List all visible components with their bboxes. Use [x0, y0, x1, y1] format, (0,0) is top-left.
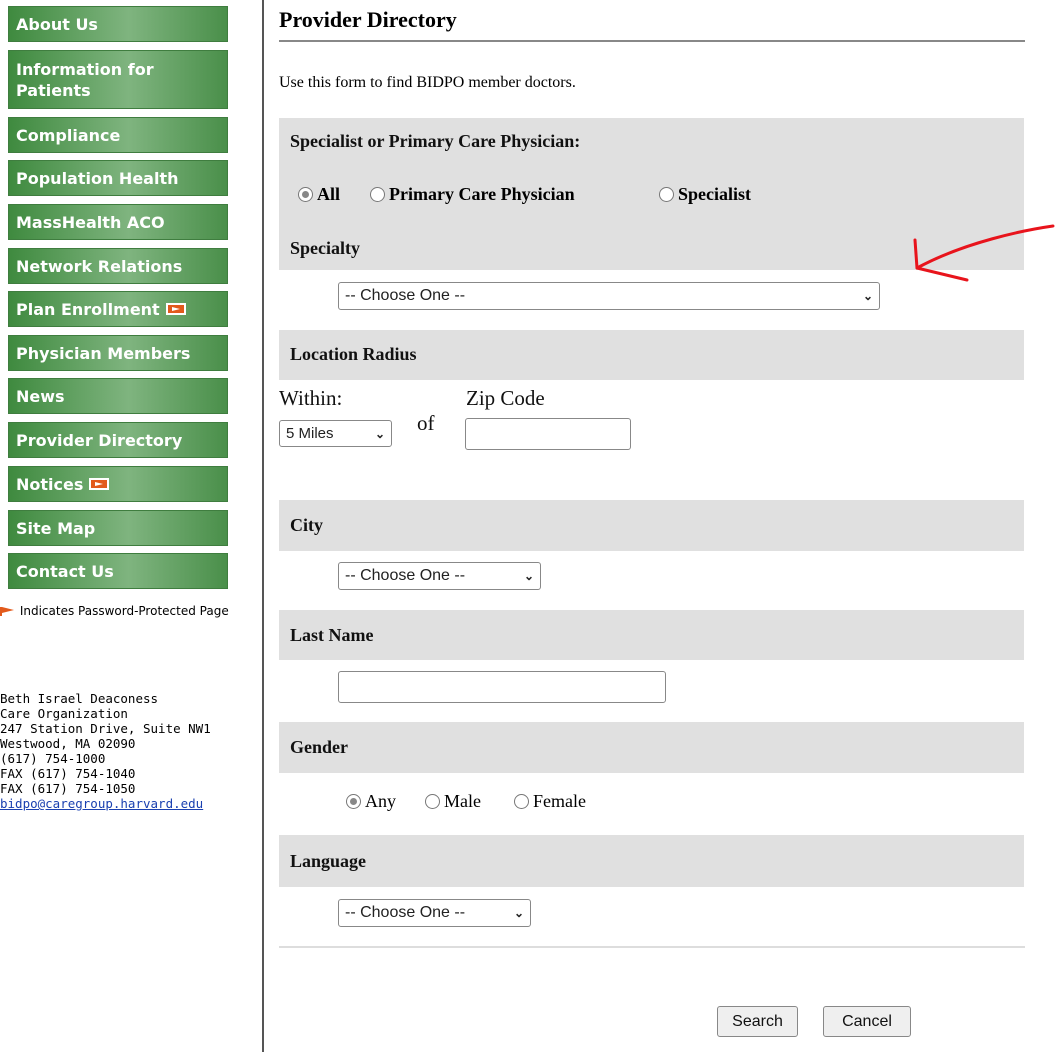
language-select[interactable]: -- Choose One -- ⌄	[338, 899, 531, 927]
radio-label: Specialist	[678, 184, 752, 204]
cancel-button[interactable]: Cancel	[823, 1006, 911, 1037]
radio-button[interactable]	[425, 794, 440, 809]
radio-label: Female	[533, 791, 586, 811]
radio-button[interactable]	[346, 794, 361, 809]
sidebar-item-population-health[interactable]: Population Health	[8, 160, 228, 196]
specialty-heading: Specialty	[290, 238, 360, 258]
radio-all[interactable]: All	[298, 184, 340, 205]
address-line: Beth Israel Deaconess	[0, 691, 159, 706]
city-select[interactable]: -- Choose One -- ⌄	[338, 562, 541, 590]
contact-address: Beth Israel Deaconess Care Organization …	[0, 691, 262, 811]
sidebar-item-news[interactable]: News	[8, 378, 228, 414]
column-divider	[262, 0, 264, 1052]
address-line: 247 Station Drive, Suite NW1	[0, 721, 211, 736]
radio-label: Primary Care Physician	[389, 184, 575, 204]
sidebar-item-label: Contact Us	[16, 561, 114, 581]
radio-gender-female[interactable]: Female	[514, 791, 586, 812]
sidebar-item-site-map[interactable]: Site Map	[8, 510, 228, 546]
fax-number: FAX (617) 754-1040	[0, 766, 136, 781]
sidebar-item-label: MassHealth ACO	[16, 212, 165, 232]
sidebar-item-plan-enrollment[interactable]: Plan Enrollment	[8, 291, 228, 327]
fax-number: FAX (617) 754-1050	[0, 781, 136, 796]
address-line: Care Organization	[0, 706, 128, 721]
zip-code-input[interactable]	[465, 418, 631, 450]
radio-primary-care-physician[interactable]: Primary Care Physician	[370, 184, 575, 205]
radio-gender-any[interactable]: Any	[346, 791, 396, 812]
radio-label: Any	[365, 791, 396, 811]
radio-label: All	[317, 184, 341, 204]
gender-section	[279, 722, 1024, 773]
title-rule	[279, 40, 1025, 42]
last-name-input[interactable]	[338, 671, 666, 703]
zip-code-label: Zip Code	[466, 386, 545, 410]
language-heading: Language	[290, 851, 367, 871]
chevron-down-icon: ⌄	[374, 426, 385, 441]
sidebar-item-provider-directory[interactable]: Provider Directory	[8, 422, 228, 458]
sidebar-item-notices[interactable]: Notices	[8, 466, 228, 502]
radio-gender-male[interactable]: Male	[425, 791, 481, 812]
sidebar-item-physician-members[interactable]: Physician Members	[8, 335, 228, 371]
radio-button[interactable]	[370, 187, 385, 202]
sidebar-item-about-us[interactable]: About Us	[8, 6, 228, 42]
sidebar-item-information-for-patients[interactable]: Information for Patients	[8, 50, 228, 109]
legend-text: Indicates Password-Protected Page	[19, 604, 229, 618]
address-line: Westwood, MA 02090	[0, 736, 136, 751]
form-divider	[279, 946, 1025, 948]
of-label: of	[417, 411, 435, 435]
last-name-heading: Last Name	[290, 625, 374, 645]
language-section	[279, 835, 1024, 887]
password-legend: Indicates Password-Protected Page	[0, 603, 260, 620]
sidebar-item-label: Site Map	[16, 518, 96, 538]
last-name-section	[279, 610, 1024, 660]
sidebar-item-label: News	[16, 386, 65, 406]
select-value: 5 Miles	[286, 425, 334, 442]
intro-text: Use this form to find BIDPO member docto…	[279, 74, 576, 91]
chevron-down-icon: ⌄	[523, 569, 534, 583]
sidebar-item-label: About Us	[16, 14, 98, 34]
sidebar-item-label: Population Health	[16, 168, 179, 188]
select-value: -- Choose One --	[345, 287, 466, 304]
email-link[interactable]: bidpo@caregroup.harvard.edu	[0, 796, 203, 811]
sidebar-item-label: Network Relations	[16, 256, 183, 276]
page-title: Provider Directory	[279, 7, 457, 32]
radio-label: Male	[444, 791, 481, 811]
chevron-down-icon: ⌄	[513, 906, 524, 920]
search-button[interactable]: Search	[717, 1006, 798, 1037]
sidebar-item-contact-us[interactable]: Contact Us	[8, 553, 228, 589]
sidebar-item-network-relations[interactable]: Network Relations	[8, 248, 228, 284]
sidebar-item-label: Plan Enrollment	[16, 299, 160, 319]
sidebar-item-masshealth-aco[interactable]: MassHealth ACO	[8, 204, 228, 240]
phone-number: (617) 754-1000	[0, 751, 106, 766]
annotation-arrow-icon	[913, 224, 1055, 282]
radio-button[interactable]	[659, 187, 674, 202]
select-value: -- Choose One --	[345, 567, 466, 584]
city-section	[279, 500, 1024, 551]
sidebar-item-compliance[interactable]: Compliance	[8, 117, 228, 153]
sidebar-item-label: Provider Directory	[16, 430, 183, 450]
radio-button[interactable]	[514, 794, 529, 809]
select-value: -- Choose One --	[345, 904, 466, 921]
chevron-down-icon: ⌄	[862, 289, 873, 303]
location-radius-heading: Location Radius	[290, 344, 417, 364]
within-label: Within:	[279, 386, 343, 410]
physician-type-heading: Specialist or Primary Care Physician:	[290, 131, 581, 151]
password-protected-flag-icon	[0, 604, 16, 620]
gender-heading: Gender	[290, 737, 348, 757]
password-protected-flag-icon	[89, 478, 110, 490]
radio-button[interactable]	[298, 187, 313, 202]
specialty-select[interactable]: -- Choose One -- ⌄	[338, 282, 880, 310]
password-protected-flag-icon	[165, 303, 186, 315]
radius-select[interactable]: 5 Miles ⌄	[279, 420, 392, 447]
radio-specialist[interactable]: Specialist	[659, 184, 751, 205]
sidebar-item-label: Information for Patients	[16, 59, 154, 100]
sidebar-item-label: Compliance	[16, 125, 121, 145]
city-heading: City	[290, 515, 323, 535]
sidebar-item-label: Notices	[16, 474, 84, 494]
sidebar-item-label: Physician Members	[16, 343, 191, 363]
